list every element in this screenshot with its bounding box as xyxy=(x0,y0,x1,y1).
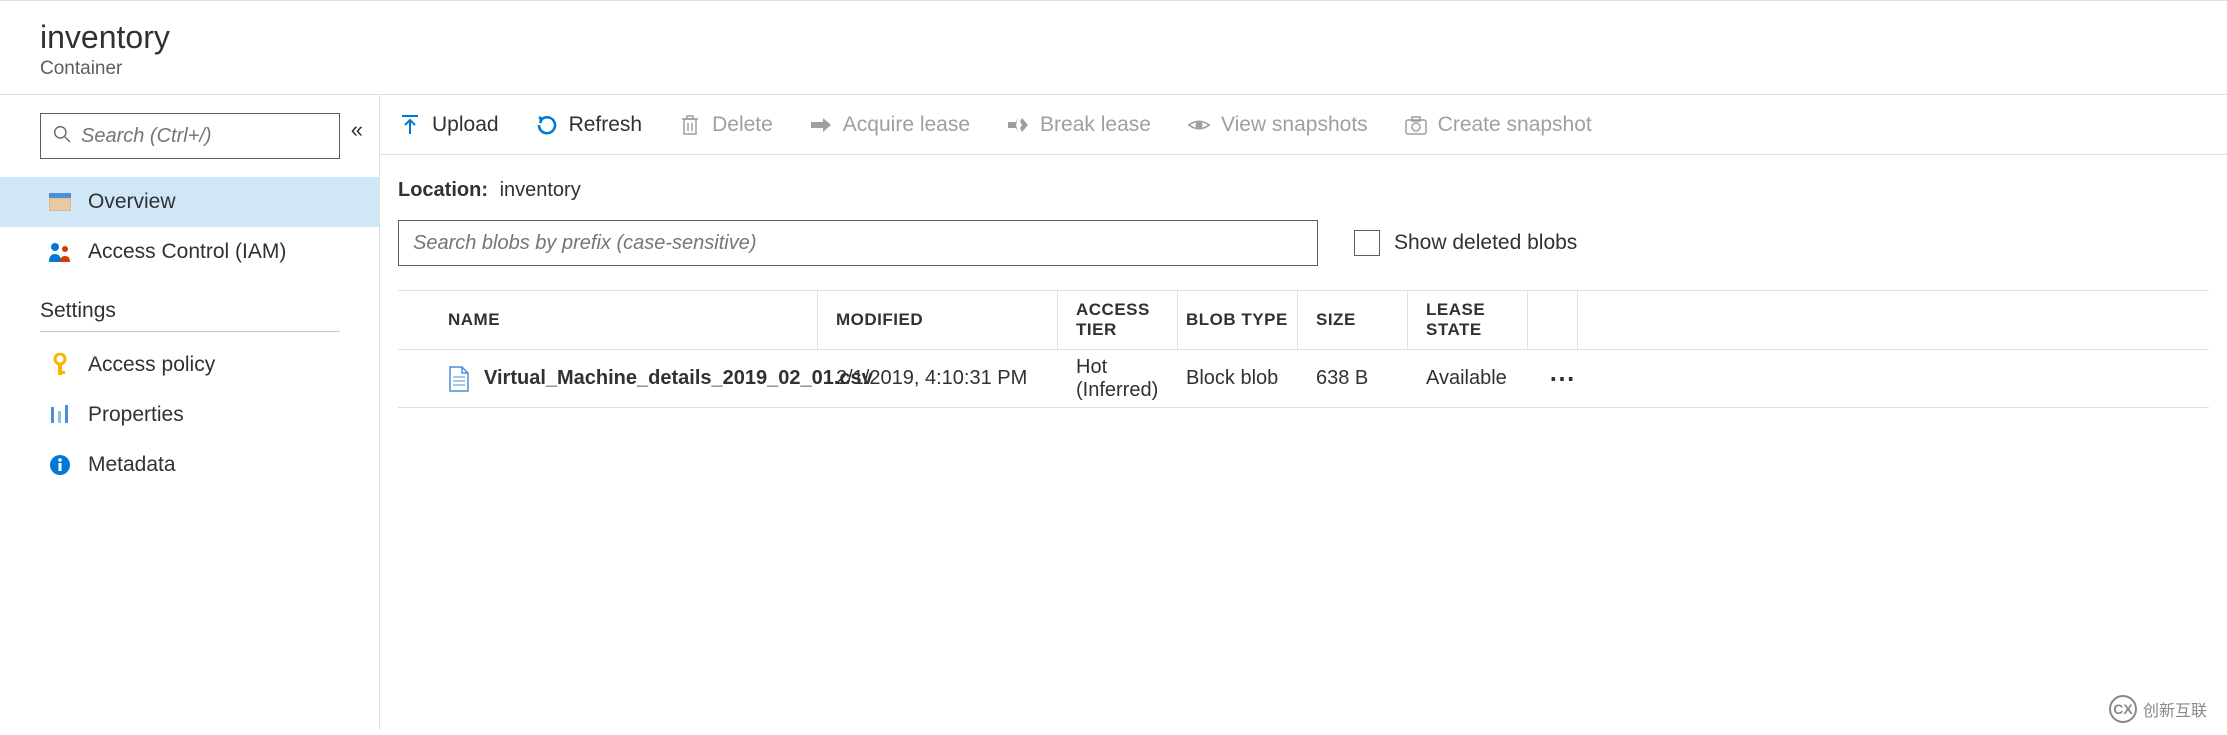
sidebar-item-label: Metadata xyxy=(88,453,176,477)
delete-icon xyxy=(678,113,702,137)
sidebar-section-settings: Settings xyxy=(40,299,369,323)
cell-blob-type: Block blob xyxy=(1178,367,1298,390)
col-lease-state[interactable]: LEASE STATE xyxy=(1408,291,1528,349)
col-modified[interactable]: MODIFIED xyxy=(818,291,1058,349)
checkbox-icon[interactable] xyxy=(1354,230,1380,256)
sidebar-item-label: Overview xyxy=(88,190,176,214)
show-deleted-label: Show deleted blobs xyxy=(1394,231,1577,255)
cell-name: Virtual_Machine_details_2019_02_01.csv xyxy=(398,365,818,393)
divider xyxy=(40,331,340,332)
sidebar-search[interactable] xyxy=(40,113,340,159)
col-blob-type[interactable]: BLOB TYPE xyxy=(1178,291,1298,349)
watermark: CX 创新互联 xyxy=(2109,695,2207,723)
col-access-tier[interactable]: ACCESS TIER xyxy=(1058,291,1178,349)
collapse-sidebar-icon[interactable]: « xyxy=(351,117,363,143)
acquire-lease-button: Acquire lease xyxy=(809,113,970,137)
sidebar-item-overview[interactable]: Overview xyxy=(0,177,379,227)
info-icon xyxy=(48,453,72,477)
blob-name: Virtual_Machine_details_2019_02_01.csv xyxy=(484,367,873,390)
show-deleted-checkbox[interactable]: Show deleted blobs xyxy=(1354,230,1577,256)
col-size[interactable]: SIZE xyxy=(1298,291,1408,349)
col-name[interactable]: NAME xyxy=(398,291,818,349)
cell-access-tier: Hot (Inferred) xyxy=(1058,356,1178,402)
sidebar-item-access-control[interactable]: Access Control (IAM) xyxy=(40,227,369,277)
page-title: inventory xyxy=(40,19,2227,56)
upload-button[interactable]: Upload xyxy=(398,113,499,137)
blob-table: NAME MODIFIED ACCESS TIER BLOB TYPE SIZE… xyxy=(398,290,2209,408)
properties-icon xyxy=(48,403,72,427)
cell-lease-state: Available xyxy=(1408,367,1528,390)
create-snapshot-button: Create snapshot xyxy=(1404,113,1592,137)
sidebar-search-input[interactable] xyxy=(81,125,327,148)
create-snapshot-icon xyxy=(1404,113,1428,137)
sidebar: « Overview Access Control (IAM) Settings xyxy=(0,95,380,730)
toolbar: Upload Refresh Delete Acquire lease xyxy=(380,95,2227,155)
refresh-icon xyxy=(535,113,559,137)
sidebar-item-label: Access Control (IAM) xyxy=(88,240,286,264)
upload-icon xyxy=(398,113,422,137)
break-lease-icon xyxy=(1006,113,1030,137)
delete-button: Delete xyxy=(678,113,773,137)
table-row[interactable]: Virtual_Machine_details_2019_02_01.csv 2… xyxy=(398,349,2209,407)
sidebar-item-properties[interactable]: Properties xyxy=(40,390,369,440)
col-actions xyxy=(1528,291,1578,349)
key-icon xyxy=(48,353,72,377)
blob-prefix-search-input[interactable] xyxy=(398,220,1318,266)
search-icon xyxy=(53,125,71,148)
sidebar-item-metadata[interactable]: Metadata xyxy=(40,440,369,490)
sidebar-item-label: Properties xyxy=(88,403,184,427)
filter-row: Show deleted blobs xyxy=(380,220,2227,290)
iam-icon xyxy=(48,240,72,264)
main-content: Upload Refresh Delete Acquire lease xyxy=(380,95,2227,730)
table-header: NAME MODIFIED ACCESS TIER BLOB TYPE SIZE… xyxy=(398,291,2209,349)
view-snapshots-icon xyxy=(1187,113,1211,137)
location-row: Location: inventory xyxy=(380,155,2227,220)
view-snapshots-button: View snapshots xyxy=(1187,113,1368,137)
cell-size: 638 B xyxy=(1298,367,1408,390)
sidebar-item-label: Access policy xyxy=(88,353,215,377)
page-header: inventory Container xyxy=(0,1,2227,95)
watermark-logo-icon: CX xyxy=(2109,695,2137,723)
page-subtitle: Container xyxy=(40,58,2227,80)
acquire-lease-icon xyxy=(809,113,833,137)
watermark-text: 创新互联 xyxy=(2143,697,2207,721)
cell-modified: 2/1/2019, 4:10:31 PM xyxy=(818,367,1058,390)
refresh-button[interactable]: Refresh xyxy=(535,113,643,137)
location-label: Location: xyxy=(398,179,488,201)
break-lease-button: Break lease xyxy=(1006,113,1151,137)
sidebar-item-access-policy[interactable]: Access policy xyxy=(40,340,369,390)
row-more-button[interactable]: ⋯ xyxy=(1528,363,1578,394)
overview-icon xyxy=(48,190,72,214)
location-value: inventory xyxy=(500,179,581,201)
file-icon xyxy=(448,365,470,393)
